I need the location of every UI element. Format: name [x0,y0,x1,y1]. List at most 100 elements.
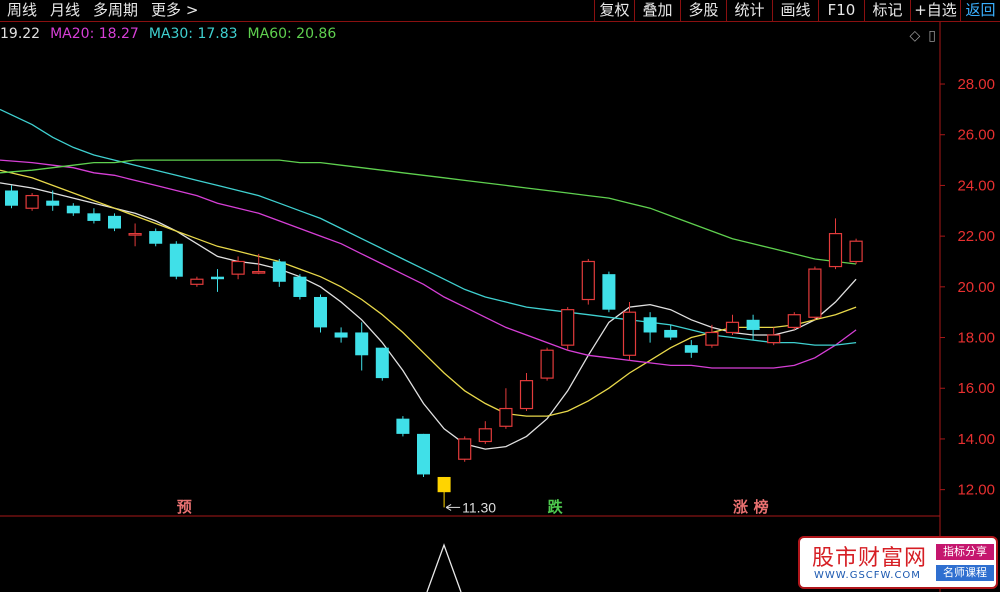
candle-body [499,407,513,427]
candle[interactable] [478,421,492,445]
candle[interactable] [87,208,101,224]
draw-line-button[interactable]: 画线 [772,0,818,22]
signal-markers: 11.30 预 跌 涨榜 [177,498,769,516]
candle-body [664,329,678,338]
indicator-line [426,543,462,592]
candle[interactable] [581,258,595,305]
candle[interactable] [190,276,204,287]
candle[interactable] [684,340,698,358]
candle[interactable] [211,269,224,292]
add-watchlist-button[interactable]: +自选 [910,0,960,22]
candle[interactable] [169,241,183,280]
candle[interactable] [540,347,554,381]
candle[interactable] [396,416,410,437]
diamond-icon[interactable]: ◇ [910,28,921,44]
candle-body [643,317,657,333]
candle[interactable] [417,433,430,477]
y-tick-label: 24.00 [957,177,995,194]
candle[interactable] [561,307,575,351]
candle-body [602,274,616,310]
y-tick-label: 16.00 [957,380,995,397]
candle[interactable] [272,258,286,287]
candle[interactable] [25,193,39,211]
candle[interactable] [149,228,163,247]
candle[interactable] [458,436,472,462]
stats-button[interactable]: 统计 [726,0,772,22]
tab-more[interactable]: 更多 > [144,0,204,22]
candle-body [458,438,472,460]
candle[interactable] [375,347,389,381]
candle-body [684,345,698,353]
candle[interactable] [746,314,760,341]
candle-body [46,200,60,206]
candle[interactable] [664,324,678,341]
candle[interactable] [293,274,307,300]
y-tick-label: 18.00 [957,330,995,347]
candle[interactable] [808,266,822,320]
tab-multi-period[interactable]: 多周期 [86,0,144,22]
tab-week[interactable]: 周线 [0,0,43,22]
chart-controls: ◇ ▯ [910,28,937,44]
candle[interactable] [66,203,80,216]
candle-body [334,332,348,338]
overlay-button[interactable]: 叠加 [634,0,680,22]
y-tick-label: 14.00 [957,431,995,448]
candle[interactable] [437,476,451,508]
signal-marker: 预 [177,498,192,516]
kline-chart[interactable]: 12.00 14.00 16.00 18.00 20.00 22.00 24.00 26.00… [0,0,1000,592]
candle[interactable] [5,185,18,209]
back-button[interactable]: 返回 [960,0,1000,22]
candle-body [705,331,719,346]
candle-body [190,278,204,285]
candle-body [396,418,410,434]
watermark-tag-share: 指标分享 [936,544,994,560]
toolbar: 周线 月线 多周期 更多 > 复权 叠加 多股 统计 画线 F10 标记 +自选… [0,0,1000,22]
ma10-line [0,182,857,450]
candle-body [231,260,245,275]
candle-body [211,276,224,280]
mark-button[interactable]: 标记 [864,0,910,22]
lower-indicator-panel [426,543,462,592]
candle[interactable] [849,238,863,265]
candle[interactable] [767,327,781,346]
candle-body [787,314,801,329]
ma-legend: 19.22 MA20: 18.27 MA30: 17.83 MA60: 20.8… [0,26,346,44]
candle[interactable] [355,322,369,371]
candle[interactable] [602,271,616,313]
candle[interactable] [725,314,740,336]
candle[interactable] [499,388,513,429]
candle[interactable] [828,218,843,270]
ma5-line [0,169,857,417]
panel-toggle-icon[interactable]: ▯ [928,28,936,44]
candle-body [169,243,183,277]
restore-button[interactable]: 复权 [594,0,634,22]
candle-body [561,309,575,346]
candle[interactable] [314,294,327,333]
candle-body [746,319,760,330]
f10-button[interactable]: F10 [818,0,864,22]
watermark-title: 股市财富网 [812,546,928,571]
candle[interactable] [643,312,657,343]
candle[interactable] [108,213,121,232]
candle[interactable] [334,327,348,343]
candle-body [828,233,843,268]
candle-body [519,380,534,410]
multi-stock-button[interactable]: 多股 [680,0,726,22]
candle-body [417,433,430,475]
candle[interactable] [128,223,142,247]
candle[interactable] [519,373,534,412]
y-tick-label: 22.00 [957,228,995,245]
y-tick-label: 20.00 [957,279,995,296]
watermark-logo: 股市财富网 WWW.GSCFW.COM 指标分享 名师课程 [798,536,998,589]
candle-body [108,215,121,229]
ma60-value: MA60: 20.86 [247,26,337,42]
candle[interactable] [787,312,801,330]
candlesticks[interactable] [5,185,863,508]
candle-body [622,311,637,356]
tab-month[interactable]: 月线 [43,0,86,22]
candle-body [5,190,18,206]
ma30-value: MA30: 17.83 [148,26,238,42]
candle-body [581,260,595,301]
period-tabs: 周线 月线 多周期 更多 > [0,0,204,22]
candle-body [128,233,142,236]
